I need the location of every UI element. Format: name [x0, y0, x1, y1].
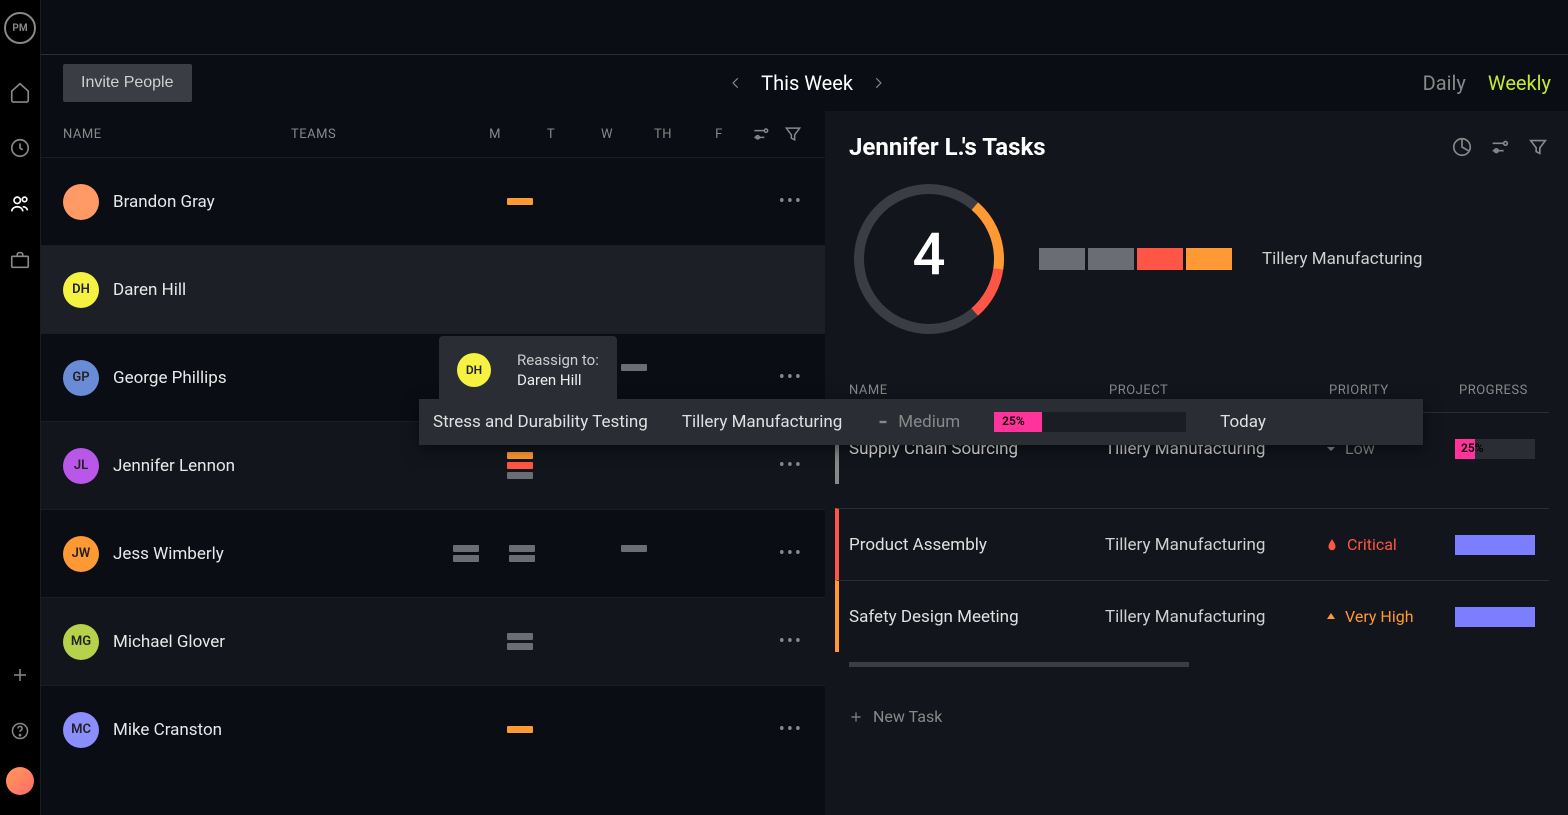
- th-project: PROJECT: [1109, 383, 1329, 398]
- progress-bar: [1455, 607, 1535, 627]
- priority-blocks: [1039, 248, 1232, 270]
- person-row[interactable]: JW Jess Wimberly •••: [41, 509, 825, 597]
- briefcase-icon[interactable]: [0, 240, 40, 280]
- task-row[interactable]: Product Assembly Tillery Manufacturing C…: [835, 508, 1549, 580]
- prev-week-icon[interactable]: [729, 73, 743, 93]
- sidebar-nav: PM: [0, 0, 41, 815]
- avatar: [63, 184, 99, 220]
- person-name: Michael Glover: [113, 632, 225, 652]
- day-tue: T: [537, 127, 565, 142]
- day-fri: F: [705, 127, 733, 142]
- col-header-name: NAME: [63, 127, 291, 142]
- person-name: Jennifer Lennon: [113, 456, 235, 476]
- task-priority: Critical: [1325, 535, 1455, 554]
- task-project: Tillery Manufacturing: [1105, 535, 1325, 555]
- th-progress: PROGRESS: [1459, 383, 1549, 398]
- reassign-tooltip: DH Reassign to: Daren Hill: [439, 336, 617, 405]
- tooltip-line1: Reassign to:: [517, 350, 599, 370]
- dragged-task[interactable]: Stress and Durability Testing Tillery Ma…: [419, 399, 1423, 445]
- float-priority: Medium: [876, 412, 960, 432]
- float-task-name: Stress and Durability Testing: [433, 412, 648, 432]
- view-weekly[interactable]: Weekly: [1488, 71, 1551, 95]
- settings-icon[interactable]: [1489, 136, 1511, 158]
- th-name: NAME: [849, 383, 1109, 398]
- task-name: Safety Design Meeting: [849, 607, 1105, 627]
- more-icon[interactable]: •••: [779, 631, 803, 652]
- more-icon[interactable]: •••: [779, 191, 803, 212]
- person-name: Jess Wimberly: [113, 544, 224, 564]
- invite-button[interactable]: Invite People: [63, 64, 192, 102]
- avatar: JL: [63, 448, 99, 484]
- float-progress: 25%: [994, 412, 1186, 432]
- gauge-value: 4: [913, 222, 946, 290]
- task-project: Tillery Manufacturing: [1105, 607, 1325, 627]
- day-thu: TH: [649, 127, 677, 142]
- new-task-button[interactable]: New Task: [849, 707, 1549, 726]
- avatar: GP: [63, 360, 99, 396]
- float-due: Today: [1220, 412, 1266, 432]
- more-icon[interactable]: •••: [779, 719, 803, 740]
- avatar: MC: [63, 712, 99, 748]
- gauge: 4: [849, 179, 1009, 339]
- task-row[interactable]: Safety Design Meeting Tillery Manufactur…: [835, 580, 1549, 652]
- next-week-icon[interactable]: [871, 73, 885, 93]
- person-name: George Phillips: [113, 368, 227, 388]
- person-name: Brandon Gray: [113, 192, 215, 212]
- plus-icon[interactable]: [0, 655, 40, 695]
- filter-icon[interactable]: [783, 124, 803, 144]
- person-name: Daren Hill: [113, 280, 186, 300]
- tooltip-avatar: DH: [457, 353, 491, 387]
- person-row[interactable]: Brandon Gray •••: [41, 157, 825, 245]
- task-name: Product Assembly: [849, 535, 1105, 555]
- person-row[interactable]: MC Mike Cranston •••: [41, 685, 825, 773]
- scrollbar[interactable]: [849, 662, 1189, 667]
- tooltip-line2: Daren Hill: [517, 370, 599, 390]
- more-icon[interactable]: •••: [779, 455, 803, 476]
- avatar: JW: [63, 536, 99, 572]
- tasks-panel: Jennifer L.'s Tasks: [825, 111, 1568, 815]
- people-icon[interactable]: [0, 184, 40, 224]
- person-row[interactable]: MG Michael Glover •••: [41, 597, 825, 685]
- progress-bar: 25%: [1455, 439, 1535, 459]
- user-avatar[interactable]: [6, 767, 34, 795]
- col-header-teams: TEAMS: [291, 127, 451, 142]
- progress-bar: [1455, 535, 1535, 555]
- filter-icon[interactable]: [1527, 136, 1549, 158]
- tasks-title: Jennifer L.'s Tasks: [849, 133, 1046, 161]
- day-wed: W: [593, 127, 621, 142]
- more-icon[interactable]: •••: [779, 367, 803, 388]
- task-priority: Very High: [1325, 607, 1455, 626]
- th-priority: PRIORITY: [1329, 383, 1459, 398]
- metric-label: Tillery Manufacturing: [1262, 249, 1422, 269]
- week-navigator: This Week: [192, 71, 1423, 95]
- week-label: This Week: [761, 71, 853, 95]
- home-icon[interactable]: [0, 72, 40, 112]
- person-row[interactable]: DH Daren Hill: [41, 245, 825, 333]
- people-panel: NAME TEAMS M T W TH F: [41, 111, 825, 815]
- more-icon[interactable]: •••: [779, 543, 803, 564]
- clock-icon[interactable]: [0, 128, 40, 168]
- avatar: DH: [63, 272, 99, 308]
- float-task-project: Tillery Manufacturing: [682, 412, 842, 432]
- settings-icon[interactable]: [751, 124, 771, 144]
- person-name: Mike Cranston: [113, 720, 222, 740]
- app-logo: PM: [4, 12, 36, 44]
- pie-icon[interactable]: [1451, 136, 1473, 158]
- view-daily[interactable]: Daily: [1423, 71, 1466, 95]
- avatar: MG: [63, 624, 99, 660]
- help-icon[interactable]: [0, 711, 40, 751]
- topbar: [41, 0, 1568, 55]
- day-mon: M: [481, 127, 509, 142]
